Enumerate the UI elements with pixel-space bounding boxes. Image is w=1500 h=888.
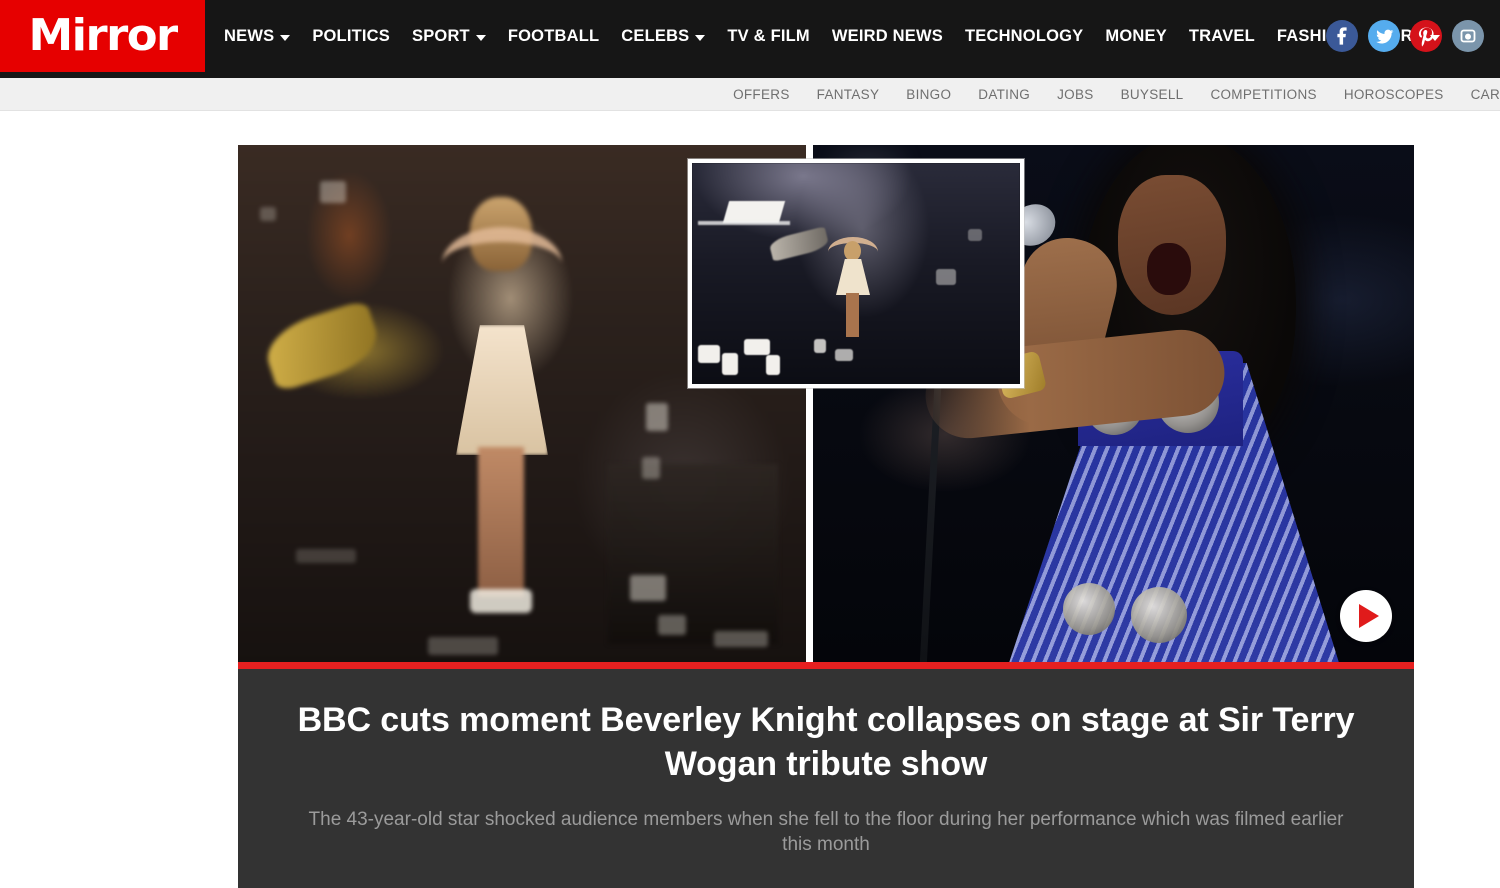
nav-label: MONEY (1105, 26, 1167, 45)
chevron-down-icon (280, 35, 291, 41)
article-standfirst: The 43-year-old star shocked audience me… (308, 809, 1344, 856)
logo-text: Mirror (28, 10, 178, 61)
nav-item-technology[interactable]: TECHNOLOGY (965, 27, 1083, 46)
subnav-item-jobs[interactable]: JOBS (1057, 87, 1093, 102)
inset-video-still (688, 159, 1024, 388)
instagram-icon[interactable] (1452, 20, 1484, 52)
chevron-down-icon (475, 35, 486, 41)
nav-label: FOOTBALL (507, 26, 600, 45)
article-media[interactable] (238, 145, 1414, 662)
nav-item-money[interactable]: MONEY (1105, 27, 1167, 46)
nav-label: CELEBS (621, 26, 690, 45)
nav-label: NEWS (224, 26, 275, 45)
facebook-icon[interactable] (1326, 20, 1358, 52)
nav-item-weird-news[interactable]: WEIRD NEWS (832, 27, 943, 46)
nav-item-news[interactable]: NEWS (224, 26, 291, 46)
nav-item-politics[interactable]: POLITICS (312, 27, 390, 46)
page-title: BBC cuts moment Beverley Knight collapse… (297, 701, 1355, 783)
nav-item-football[interactable]: FOOTBALL (508, 27, 599, 46)
nav-item-tv-and-film[interactable]: TV & FILM (727, 27, 809, 46)
main-navigation: NEWS POLITICS SPORT FOOTBALL CELEBS TV &… (205, 0, 1440, 72)
subnav-item-buysell[interactable]: BUYSELL (1121, 87, 1184, 102)
subnav-item-bingo[interactable]: BINGO (906, 87, 951, 102)
nav-item-travel[interactable]: TRAVEL (1189, 27, 1255, 46)
subnav-item-dating[interactable]: DATING (978, 87, 1030, 102)
article-caption: BBC cuts moment Beverley Knight collapse… (238, 669, 1414, 888)
chevron-down-icon (1429, 35, 1440, 41)
mirror-logo[interactable]: Mirror (0, 0, 205, 72)
play-icon (1358, 604, 1379, 628)
accent-bar (238, 662, 1414, 669)
nav-label: TRAVEL (1188, 26, 1255, 45)
twitter-icon[interactable] (1368, 20, 1400, 52)
lead-article: BBC cuts moment Beverley Knight collapse… (238, 145, 1414, 888)
site-header: Mirror NEWS POLITICS SPORT FOOTBALL CELE… (0, 0, 1500, 78)
nav-label: POLITICS (312, 26, 390, 45)
page-body: BBC cuts moment Beverley Knight collapse… (0, 111, 1500, 888)
subnav-item-cars[interactable]: CAR (1471, 87, 1500, 102)
chevron-down-icon (695, 35, 706, 41)
nav-item-sport[interactable]: SPORT (412, 27, 486, 46)
social-links (1326, 0, 1500, 72)
subnav-item-competitions[interactable]: COMPETITIONS (1210, 87, 1316, 102)
nav-item-celebs[interactable]: CELEBS (621, 26, 706, 46)
subnav-item-offers[interactable]: OFFERS (733, 87, 790, 102)
subnav-item-horoscopes[interactable]: HOROSCOPES (1344, 87, 1444, 102)
play-video-button[interactable] (1340, 590, 1392, 642)
nav-label: TV & FILM (727, 26, 810, 45)
nav-label: TECHNOLOGY (964, 26, 1084, 45)
nav-label: SPORT (412, 26, 470, 45)
subnav-item-fantasy[interactable]: FANTASY (817, 87, 880, 102)
secondary-navigation: OFFERS FANTASY BINGO DATING JOBS BUYSELL… (0, 78, 1500, 111)
nav-label: WEIRD NEWS (831, 26, 943, 45)
